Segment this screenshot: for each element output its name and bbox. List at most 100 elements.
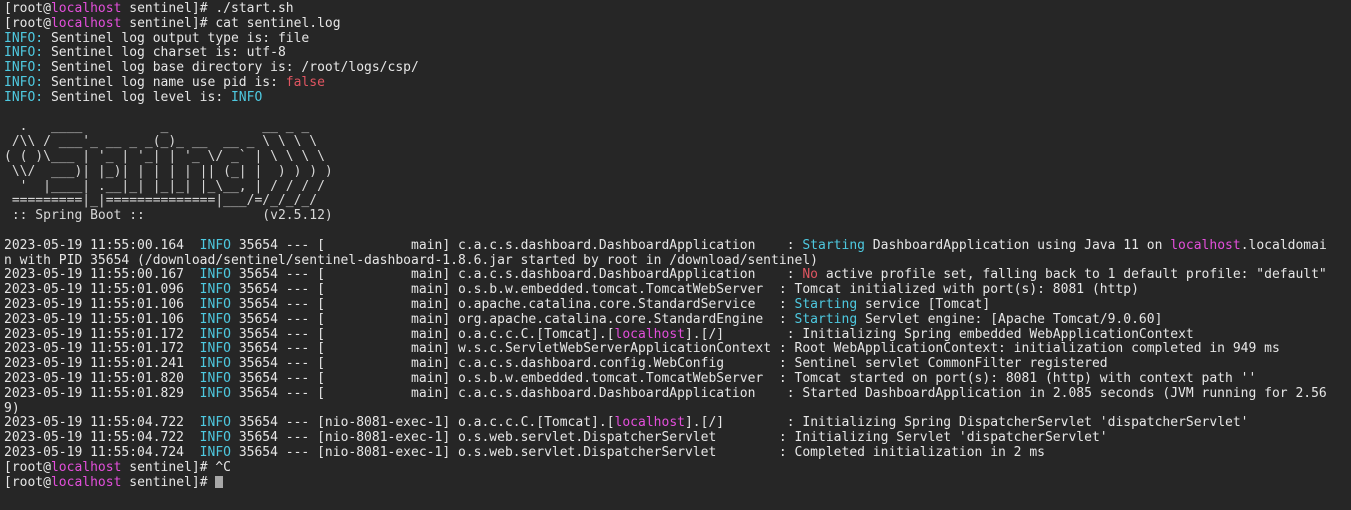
log-level: INFO <box>199 341 231 357</box>
log-thread: [nio-8081-exec-1] <box>317 430 451 446</box>
sentinel-info-text: Sentinel log name use pid is: <box>43 74 286 90</box>
blank <box>4 105 12 120</box>
log-level: INFO <box>199 430 231 446</box>
log-thread: [ main] <box>317 341 451 357</box>
sentinel-info-value: INFO <box>230 89 263 105</box>
log-gap <box>450 430 458 445</box>
log-level: INFO <box>199 296 231 312</box>
log-thread: [ main] <box>317 326 451 342</box>
log-gap <box>278 341 286 356</box>
prompt-user: root <box>11 459 44 475</box>
log-level: INFO <box>199 237 231 253</box>
sentinel-info-line-1: INFO: Sentinel log charset is: utf-8 <box>4 45 1351 61</box>
prompt-at: @ <box>43 15 51 31</box>
log-pid: 35654 <box>238 430 278 446</box>
banner-line-1: /\\ / ___'_ __ _ _(_)_ __ __ _ \ \ \ \ <box>4 134 1351 150</box>
log-gap <box>450 297 458 312</box>
log-thread: [nio-8081-exec-1] <box>317 415 451 431</box>
banner-line-5: =========|_|==============|___/=/_/_/_/ <box>4 193 1351 209</box>
log-gap <box>278 267 286 282</box>
prompt-host: localhost <box>50 15 122 31</box>
log-timestamp: 2023-05-19 11:55:01.829 <box>4 385 185 401</box>
terminal-screen[interactable]: [root@localhost sentinel]# ./start.sh [ro… <box>0 0 1351 510</box>
log-timestamp: 2023-05-19 11:55:00.164 <box>4 237 185 253</box>
banner-art: ' |____| .__|_| |_|_| |_\__, | / / / / <box>4 178 325 194</box>
log-separator: --- <box>285 296 310 312</box>
log-gap <box>450 327 458 342</box>
log-logger-host: localhost <box>614 415 685 431</box>
log-line-0: 2023-05-19 11:55:00.164 INFO 35654 --- [… <box>4 237 1351 254</box>
log-thread: [ main] <box>317 296 451 312</box>
log-thread: [ main] <box>317 356 451 372</box>
log-message: DashboardApplication using Java 11 on <box>864 237 1171 253</box>
log-message: Completed initialization in 2 ms <box>794 444 1045 460</box>
log-line-14: 2023-05-19 11:55:04.724 INFO 35654 --- [… <box>4 444 1351 461</box>
log-gap <box>309 238 317 253</box>
sentinel-info-label: INFO: <box>4 45 44 61</box>
log-gap <box>231 312 239 327</box>
prompt-cwd: sentinel <box>129 15 192 31</box>
log-gap <box>184 430 200 445</box>
log-logger: c.a.c.s.dashboard.DashboardApplication : <box>457 267 803 283</box>
banner-footer-version: (v2.5.12) <box>152 208 333 224</box>
log-gap <box>278 312 286 327</box>
log-gap <box>278 356 286 371</box>
log-message: Servlet engine: [Apache Tomcat/9.0.60] <box>857 311 1163 327</box>
log-logger: o.s.b.w.embedded.tomcat.TomcatWebServer … <box>457 370 795 386</box>
log-gap <box>184 356 200 371</box>
sentinel-info-text: Sentinel log output type is: file <box>43 30 310 46</box>
log-gap <box>309 371 317 386</box>
log-thread: [ main] <box>317 267 451 283</box>
log-line-12: 2023-05-19 11:55:04.722 INFO 35654 --- [… <box>4 415 1351 431</box>
log-gap <box>278 445 286 460</box>
prompt-at: @ <box>43 459 51 475</box>
log-gap <box>278 238 286 253</box>
log-message-keyword: Starting <box>794 296 858 312</box>
log-gap <box>184 297 200 312</box>
banner-line-2: ( ( )\___ | '_ | '_| | '_ \/ _` | \ \ \ … <box>4 148 1351 165</box>
log-gap <box>450 341 458 356</box>
log-gap <box>450 312 458 327</box>
log-timestamp: 2023-05-19 11:55:01.820 <box>4 370 185 386</box>
log-thread: [ main] <box>317 282 451 298</box>
log-level: INFO <box>199 356 231 372</box>
log-gap <box>184 341 200 356</box>
banner-line-0: . ____ _ __ _ _ <box>4 119 1351 135</box>
log-gap <box>278 282 286 297</box>
log-thread: [nio-8081-exec-1] <box>317 444 451 460</box>
prompt-bracket: [ <box>4 15 12 31</box>
command-start-sh: ./start.sh <box>215 1 294 16</box>
prompt-user: root <box>11 15 44 31</box>
log-gap <box>450 238 458 253</box>
log-logger-pre: o.a.c.c.C.[Tomcat].[ <box>457 415 615 431</box>
log-thread: [ main] <box>317 237 451 253</box>
log-level: INFO <box>199 385 231 401</box>
log-timestamp: 2023-05-19 11:55:01.106 <box>4 296 185 312</box>
banner-art: ( ( )\___ | '_ | '_| | '_ \/ _` | \ \ \ … <box>4 148 325 164</box>
log-timestamp: 2023-05-19 11:55:01.172 <box>4 326 185 342</box>
sentinel-info-line-2: INFO: Sentinel log base directory is: /r… <box>4 60 1351 76</box>
log-gap <box>184 238 200 253</box>
log-separator: --- <box>285 326 310 342</box>
log-message: Tomcat initialized with port(s): 8081 (h… <box>794 282 1139 298</box>
blank <box>4 223 12 238</box>
log-logger-pre: o.a.c.c.C.[Tomcat].[ <box>457 326 615 342</box>
log-logger: o.s.web.servlet.DispatcherServlet : <box>457 444 795 460</box>
log-message: Root WebApplicationContext: initializati… <box>794 341 1280 357</box>
log-gap <box>231 430 239 445</box>
log-separator: --- <box>285 356 310 372</box>
log-logger: c.a.c.s.dashboard.DashboardApplication : <box>457 385 803 401</box>
banner-art: /\\ / ___'_ __ _ _(_)_ __ __ _ \ \ \ \ <box>4 134 318 150</box>
log-gap <box>309 386 317 401</box>
log-gap <box>184 415 200 430</box>
sentinel-info-line-4: INFO: Sentinel log level is: INFO <box>4 89 1351 106</box>
log-pid: 35654 <box>238 385 278 401</box>
log-gap <box>278 386 286 401</box>
log-timestamp: 2023-05-19 11:55:04.724 <box>4 444 185 460</box>
log-pid: 35654 <box>238 326 278 342</box>
sentinel-info-line-3: INFO: Sentinel log name use pid is: fals… <box>4 74 1351 91</box>
log-pid: 35654 <box>238 415 278 431</box>
log-timestamp: 2023-05-19 11:55:01.172 <box>4 341 185 357</box>
prompt-cwd: sentinel <box>129 1 192 16</box>
log-separator: --- <box>285 415 310 431</box>
